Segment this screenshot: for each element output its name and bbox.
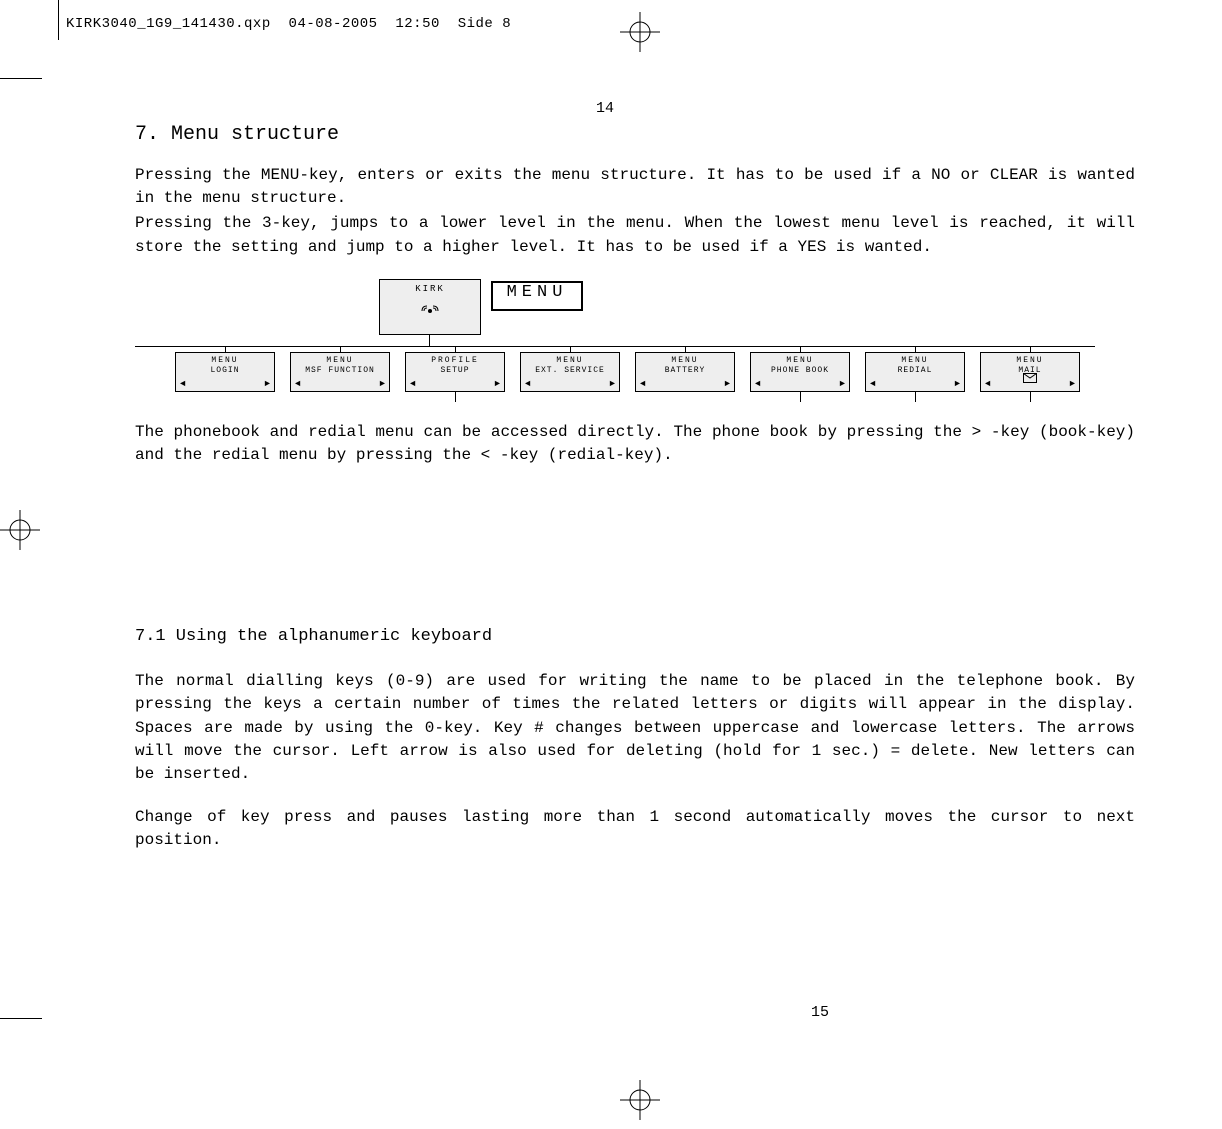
nav-arrows: ◄► — [755, 379, 845, 389]
menu-item-screen: MENULOGIN◄► — [175, 352, 275, 392]
kirk-handset-box: KIRK — [379, 279, 481, 335]
menu-items-row: MENULOGIN◄►MENUMSF FUNCTION◄►PROFILESETU… — [175, 346, 1080, 392]
arrow-right-icon: ► — [495, 379, 500, 389]
menu-key-label: MENU — [507, 283, 568, 302]
header-corner-mark — [58, 0, 59, 40]
menu-item-line1: MENU — [291, 353, 389, 365]
connector-stub-bottom — [1030, 392, 1031, 402]
section-7-1-para-2: Change of key press and pauses lasting m… — [135, 806, 1135, 852]
menu-item-screen: MENUREDIAL◄► — [865, 352, 965, 392]
connector-line — [429, 334, 430, 346]
nav-arrows: ◄► — [180, 379, 270, 389]
arrow-left-icon: ◄ — [295, 379, 300, 389]
menu-item-line1: MENU — [636, 353, 734, 365]
menu-item-box: PROFILESETUP◄► — [405, 346, 505, 392]
signal-icon — [420, 304, 440, 322]
header-filename: KIRK3040_1G9_141430.qxp — [66, 16, 271, 32]
menu-item-line2: EXT. SERVICE — [521, 365, 619, 375]
arrow-right-icon: ► — [840, 379, 845, 389]
section-7-para-1: Pressing the MENU-key, enters or exits t… — [135, 164, 1135, 210]
registration-mark-top-icon — [620, 12, 660, 52]
header-date: 04-08-2005 — [289, 16, 378, 32]
arrow-left-icon: ◄ — [755, 379, 760, 389]
nav-arrows: ◄► — [525, 379, 615, 389]
section-7-after-diagram: The phonebook and redial menu can be acc… — [135, 421, 1135, 467]
nav-arrows: ◄► — [640, 379, 730, 389]
menu-structure-diagram: KIRK MENU MENULOGIN◄►MENUMSF FUNCTION◄►P… — [135, 279, 1135, 409]
menu-item-screen: MENUEXT. SERVICE◄► — [520, 352, 620, 392]
menu-key-box: MENU — [491, 281, 583, 311]
arrow-right-icon: ► — [265, 379, 270, 389]
section-7-1-para-1: The normal dialling keys (0-9) are used … — [135, 670, 1135, 786]
menu-item-screen: MENUPHONE BOOK◄► — [750, 352, 850, 392]
crop-mark-icon — [0, 1018, 42, 1019]
print-header: KIRK3040_1G9_141430.qxp 04-08-2005 12:50… — [66, 16, 511, 32]
menu-item-line2: MSF FUNCTION — [291, 365, 389, 375]
menu-item-screen: MENUBATTERY◄► — [635, 352, 735, 392]
section-7-title: 7. Menu structure — [135, 123, 1135, 146]
arrow-left-icon: ◄ — [180, 379, 185, 389]
arrow-left-icon: ◄ — [640, 379, 645, 389]
menu-item-screen: PROFILESETUP◄► — [405, 352, 505, 392]
menu-item-line1: MENU — [981, 353, 1079, 365]
arrow-left-icon: ◄ — [870, 379, 875, 389]
connector-stub-bottom — [455, 392, 456, 402]
menu-item-line1: MENU — [751, 353, 849, 365]
header-time: 12:50 — [395, 16, 440, 32]
menu-item-line1: MENU — [176, 353, 274, 365]
menu-item-screen: MENUMSF FUNCTION◄► — [290, 352, 390, 392]
arrow-right-icon: ► — [380, 379, 385, 389]
mail-icon — [1023, 371, 1037, 388]
menu-item-box: MENUPHONE BOOK◄► — [750, 346, 850, 392]
nav-arrows: ◄► — [870, 379, 960, 389]
menu-item-screen: MENUMAIL◄► — [980, 352, 1080, 392]
arrow-left-icon: ◄ — [985, 379, 990, 389]
menu-item-box: MENUREDIAL◄► — [865, 346, 965, 392]
page-number-top: 14 — [505, 100, 705, 117]
menu-item-line2: PHONE BOOK — [751, 365, 849, 375]
menu-item-line2: LOGIN — [176, 365, 274, 375]
menu-item-box: MENULOGIN◄► — [175, 346, 275, 392]
nav-arrows: ◄► — [410, 379, 500, 389]
menu-item-box: MENUEXT. SERVICE◄► — [520, 346, 620, 392]
arrow-right-icon: ► — [955, 379, 960, 389]
arrow-right-icon: ► — [1070, 379, 1075, 389]
crop-mark-icon — [0, 78, 42, 79]
registration-mark-bottom-icon — [620, 1080, 660, 1120]
section-7-1-title: 7.1 Using the alphanumeric keyboard — [135, 627, 1135, 646]
connector-stub-bottom — [915, 392, 916, 402]
menu-item-box: MENUBATTERY◄► — [635, 346, 735, 392]
menu-item-line2: SETUP — [406, 365, 504, 375]
arrow-left-icon: ◄ — [410, 379, 415, 389]
arrow-right-icon: ► — [610, 379, 615, 389]
menu-item-box: MENUMAIL◄► — [980, 346, 1080, 392]
menu-item-line1: MENU — [866, 353, 964, 365]
crop-mark-mid-icon — [0, 510, 30, 555]
nav-arrows: ◄► — [295, 379, 385, 389]
menu-item-line1: PROFILE — [406, 353, 504, 365]
arrow-right-icon: ► — [725, 379, 730, 389]
page-number-bottom: 15 — [135, 1004, 1135, 1021]
header-side: Side 8 — [458, 16, 511, 32]
menu-item-box: MENUMSF FUNCTION◄► — [290, 346, 390, 392]
kirk-label: KIRK — [380, 280, 480, 294]
arrow-left-icon: ◄ — [525, 379, 530, 389]
menu-item-line2: REDIAL — [866, 365, 964, 375]
menu-item-line1: MENU — [521, 353, 619, 365]
menu-item-line2: BATTERY — [636, 365, 734, 375]
section-7-para-2: Pressing the 3-key, jumps to a lower lev… — [135, 212, 1135, 258]
connector-stub-bottom — [800, 392, 801, 402]
